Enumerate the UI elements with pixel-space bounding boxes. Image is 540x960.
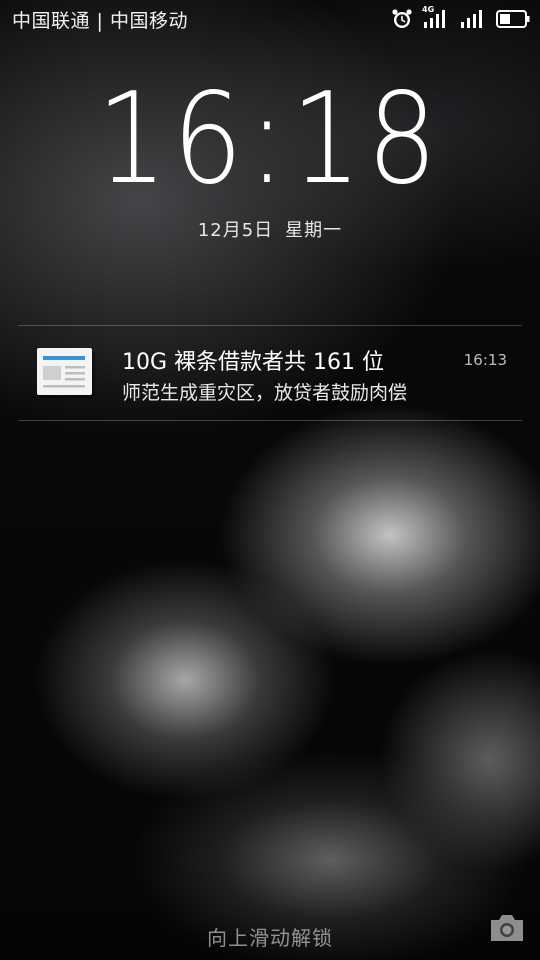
alarm-icon [391, 8, 413, 30]
status-bar: 中国联通 | 中国移动 4G [0, 0, 540, 38]
notification-bottom-divider [18, 420, 522, 421]
clock-time: 16:18 [97, 65, 443, 212]
signal-icon [459, 8, 487, 30]
carrier-label: 中国联通 | 中国移动 [12, 10, 188, 32]
lockscreen-date: 12月5日 星期一 [0, 216, 540, 242]
swipe-unlock-hint[interactable]: 向上滑动解锁 [0, 922, 540, 951]
weekday-label: 星期一 [285, 220, 343, 241]
notification-time: 16:13 [463, 351, 507, 369]
lock-screen: 中国联通 | 中国移动 4G 16:18 12月5日 星期一 10G 裸条借款者… [0, 0, 540, 960]
date-label: 12月5日 [197, 220, 274, 241]
news-app-icon [37, 348, 95, 398]
signal-4g-icon: 4G [422, 5, 450, 30]
lockscreen-clock: 16:18 [0, 76, 540, 202]
notification-body: 师范生成重灾区，放贷者鼓励肉偿 [122, 382, 408, 404]
camera-icon[interactable] [488, 912, 526, 944]
notification-title: 10G 裸条借款者共 161 位 [122, 350, 385, 375]
network-badge: 4G [422, 5, 435, 14]
news-notification[interactable]: 10G 裸条借款者共 161 位 师范生成重灾区，放贷者鼓励肉偿 16:13 [18, 326, 522, 420]
status-icons: 4G [391, 5, 530, 30]
battery-icon [496, 9, 530, 29]
